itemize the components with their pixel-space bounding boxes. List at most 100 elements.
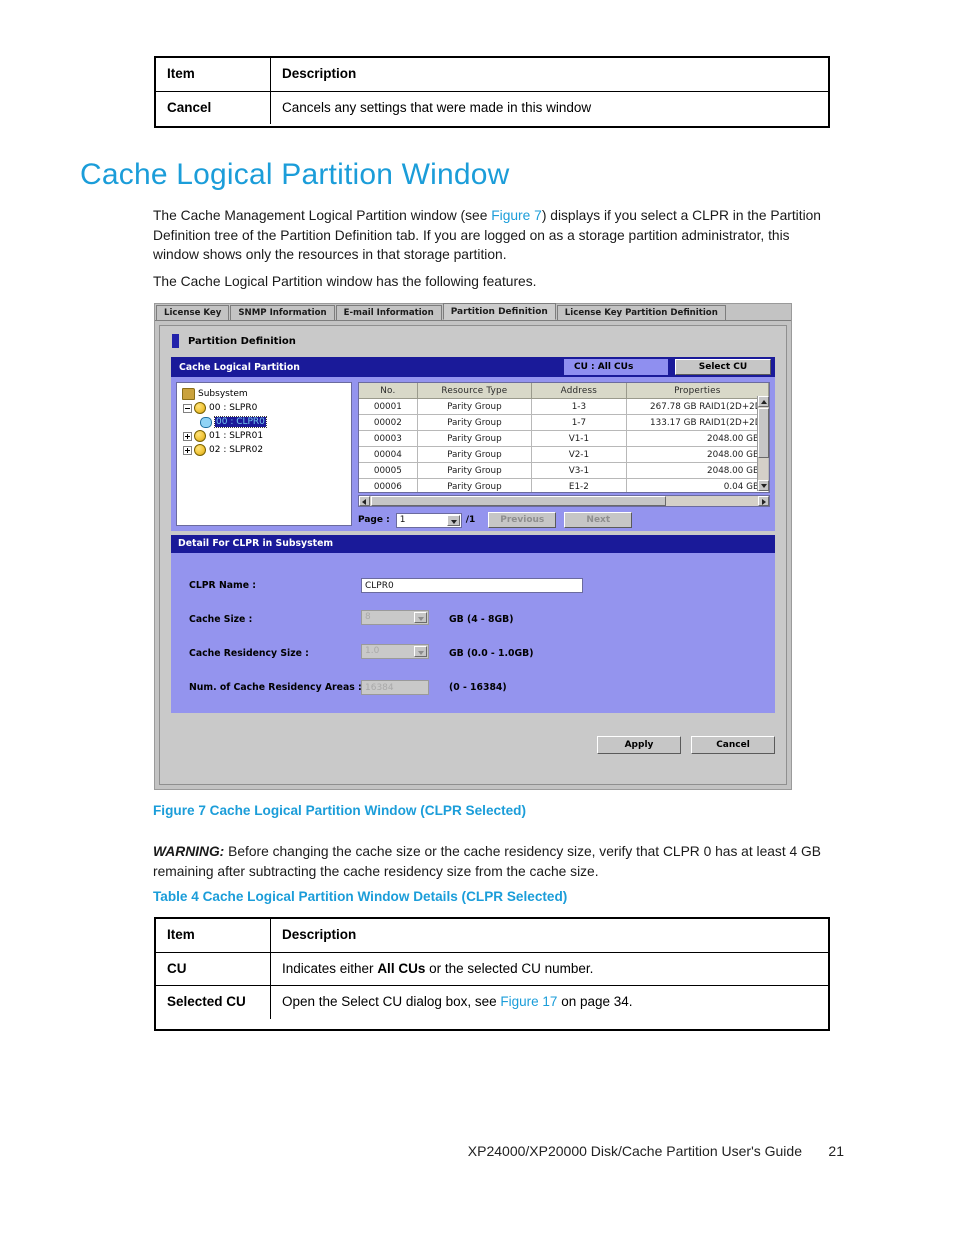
- panel-heading: Partition Definition: [172, 334, 296, 348]
- tree-node-label: 00 : SLPR0: [209, 403, 258, 413]
- cell-properties: 0.04 GB -: [626, 478, 769, 492]
- page-total: /1: [465, 515, 476, 525]
- cache-size-value: 8: [365, 612, 371, 622]
- table-row[interactable]: 00006 Parity Group E1-2 0.04 GB -: [359, 478, 769, 492]
- tree-item-slpr02[interactable]: 02 : SLPR02: [180, 443, 348, 457]
- slpr-icon: [194, 402, 206, 414]
- hscroll-thumb[interactable]: [371, 496, 667, 506]
- cache-residency-size-label: Cache Residency Size :: [189, 647, 309, 659]
- cu-status-label: CU : All CUs: [564, 359, 668, 375]
- bottom-details-table: Item Description CU Indicates either All…: [154, 917, 830, 1031]
- cell-address: V1-1: [531, 430, 627, 447]
- table-row: Cancel Cancels any settings that were ma…: [156, 90, 828, 125]
- desc-all-cus: All CUs: [377, 960, 426, 976]
- scroll-down-icon[interactable]: [758, 480, 769, 491]
- cell-resource-type: Parity Group: [417, 414, 533, 431]
- table-row: CU Indicates either All CUs or the selec…: [156, 951, 828, 987]
- slpr-icon: [194, 430, 206, 442]
- chevron-down-icon[interactable]: [446, 514, 460, 526]
- clpr-icon: [200, 416, 212, 428]
- select-cu-button[interactable]: Select CU: [675, 359, 771, 375]
- cache-residency-size-select[interactable]: 1.0: [361, 644, 429, 659]
- tree-node-label: Subsystem: [198, 389, 248, 399]
- cell-properties: 133.17 GB RAID1(2D+2D): [626, 414, 769, 431]
- warning-text: Before changing the cache size or the ca…: [153, 844, 821, 879]
- vertical-scrollbar[interactable]: [757, 396, 769, 491]
- cell-address: V3-1: [531, 462, 627, 479]
- tree-node-label: 01 : SLPR01: [209, 431, 264, 441]
- figure-17-link[interactable]: Figure 17: [500, 994, 557, 1009]
- cell-properties: 2048.00 GB -: [626, 462, 769, 479]
- num-residency-areas-input-wrap: 16384: [361, 679, 429, 695]
- tab-license-key[interactable]: License Key: [156, 305, 230, 320]
- cache-residency-size-range: GB (0.0 - 1.0GB): [449, 647, 534, 659]
- horizontal-scrollbar[interactable]: [358, 495, 770, 507]
- num-residency-areas-label: Num. of Cache Residency Areas :: [189, 681, 362, 693]
- cell-address: V2-1: [531, 446, 627, 463]
- field-row-clpr-name: CLPR Name : CLPR0: [171, 575, 775, 595]
- resource-header-row: No. Resource Type Address Properties: [359, 383, 769, 399]
- partition-definition-tree[interactable]: Subsystem 00 : SLPR0 00 : CLPR0 01: SLP…: [176, 382, 352, 526]
- tab-bar: License Key SNMP Information E-mail Info…: [155, 303, 791, 321]
- tab-snmp-information[interactable]: SNMP Information: [230, 305, 335, 320]
- resource-table-area: No. Resource Type Address Properties 000…: [358, 382, 770, 528]
- scroll-thumb[interactable]: [758, 408, 769, 458]
- chevron-down-icon[interactable]: [414, 612, 427, 623]
- storage-navigator-window: License Key SNMP Information E-mail Info…: [154, 303, 792, 790]
- tab-content-panel: Partition Definition Cache Logical Parti…: [159, 325, 787, 785]
- table-row[interactable]: 00001 Parity Group 1-3 267.78 GB RAID1(2…: [359, 398, 769, 415]
- cell-no: 00002: [359, 414, 418, 431]
- desc-text-a: Indicates either: [282, 960, 378, 976]
- cancel-button[interactable]: Cancel: [691, 736, 775, 754]
- tree-node-label: 02 : SLPR02: [209, 445, 264, 455]
- table-row[interactable]: 00004 Parity Group V2-1 2048.00 GB -: [359, 446, 769, 463]
- collapse-minus-icon[interactable]: [183, 403, 192, 413]
- tab-email-information[interactable]: E-mail Information: [335, 305, 442, 320]
- tree-item-slpr01[interactable]: 01 : SLPR01: [180, 429, 348, 443]
- expand-plus-icon[interactable]: [183, 445, 192, 455]
- footer-guide-title: XP24000/XP20000 Disk/Cache Partition Use…: [467, 1143, 802, 1159]
- expand-plus-icon[interactable]: [183, 431, 192, 441]
- figure-7-link[interactable]: Figure 7: [491, 208, 542, 223]
- col-header-address[interactable]: Address: [531, 383, 627, 399]
- desc-text-b: on page 34.: [557, 994, 633, 1010]
- col-header-no[interactable]: No.: [359, 383, 418, 399]
- table-header-row: Item Description: [156, 919, 828, 953]
- cell-address: E1-2: [531, 478, 627, 492]
- col-header-properties[interactable]: Properties: [626, 383, 769, 399]
- col-header-resource-type[interactable]: Resource Type: [417, 383, 533, 399]
- cache-logical-partition-panel: Subsystem 00 : SLPR0 00 : CLPR0 01: SLP…: [171, 377, 775, 531]
- scroll-left-icon[interactable]: [359, 496, 370, 506]
- chevron-down-icon[interactable]: [414, 646, 427, 657]
- table-row[interactable]: 00002 Parity Group 1-7 133.17 GB RAID1(2…: [359, 414, 769, 431]
- clpr-name-input[interactable]: CLPR0: [361, 577, 583, 593]
- table-row[interactable]: 00003 Parity Group V1-1 2048.00 GB -: [359, 430, 769, 447]
- cell-properties: 2048.00 GB -: [626, 430, 769, 447]
- previous-button[interactable]: Previous: [488, 512, 557, 528]
- tree-item-slpr0[interactable]: 00 : SLPR0: [180, 401, 348, 415]
- table-caption: Table 4 Cache Logical Partition Window D…: [153, 889, 568, 904]
- tree-root-subsystem[interactable]: Subsystem: [180, 387, 348, 401]
- next-button[interactable]: Next: [564, 512, 633, 528]
- header-description: Description: [270, 919, 828, 953]
- cache-size-range: GB (4 - 8GB): [449, 613, 514, 625]
- tree-item-clpr0[interactable]: 00 : CLPR0: [180, 415, 348, 429]
- row-desc-selected-cu: Open the Select CU dialog box, see Figur…: [270, 985, 828, 1019]
- cell-resource-type: Parity Group: [417, 446, 533, 463]
- resource-table: No. Resource Type Address Properties 000…: [358, 382, 770, 493]
- num-residency-areas-input[interactable]: 16384: [361, 679, 429, 695]
- cell-resource-type: Parity Group: [417, 462, 533, 479]
- apply-button[interactable]: Apply: [597, 736, 681, 754]
- field-row-cache-size: Cache Size : 8 GB (4 - 8GB): [171, 609, 775, 629]
- table-row[interactable]: 00005 Parity Group V3-1 2048.00 GB -: [359, 462, 769, 479]
- page-select[interactable]: 1: [395, 512, 462, 528]
- cell-no: 00006: [359, 478, 418, 492]
- cell-no: 00004: [359, 446, 418, 463]
- row-desc-cancel: Cancels any settings that were made in t…: [270, 90, 828, 125]
- scroll-up-icon[interactable]: [758, 396, 769, 407]
- cell-no: 00003: [359, 430, 418, 447]
- cache-size-select[interactable]: 8: [361, 610, 429, 625]
- tab-license-key-partition-definition[interactable]: License Key Partition Definition: [556, 305, 726, 320]
- scroll-right-icon[interactable]: [758, 496, 769, 506]
- tab-partition-definition[interactable]: Partition Definition: [442, 303, 556, 320]
